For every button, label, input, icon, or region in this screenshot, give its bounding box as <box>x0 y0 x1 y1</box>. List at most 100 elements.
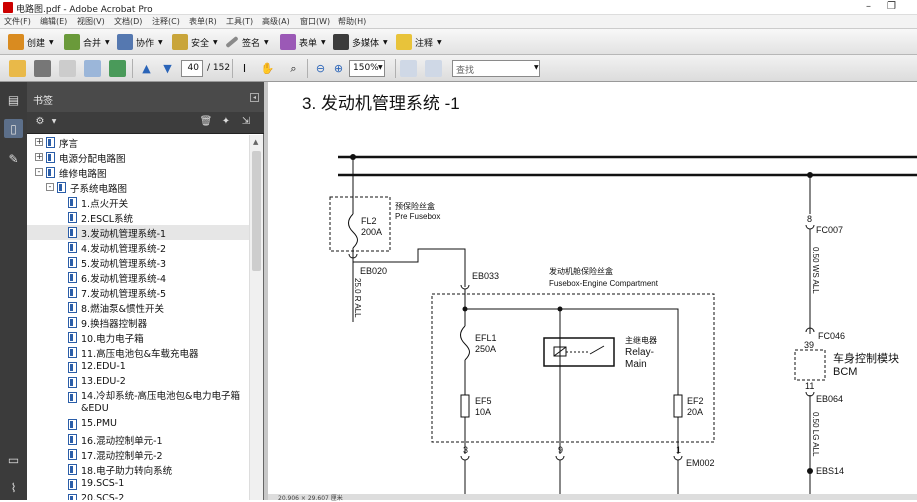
menu-comment[interactable]: 注释(C) <box>152 16 180 27</box>
menu-help[interactable]: 帮助(H) <box>338 16 366 27</box>
bookmark-item[interactable]: 14.冷却系统-高压电池包&电力电子箱&EDU <box>27 390 249 417</box>
pages-icon[interactable]: ▤ <box>4 90 23 109</box>
ef5-label: EF5 <box>475 396 492 406</box>
pre-fusebox-en: Pre Fusebox <box>395 212 440 221</box>
full-screen-icon[interactable] <box>425 60 442 77</box>
options-icon[interactable]: ⚙ <box>33 116 47 130</box>
bookmark-item[interactable]: 7.发动机管理系统-5 <box>27 285 249 300</box>
bookmark-item[interactable]: + 电源分配电路图 <box>27 150 249 165</box>
comment-button[interactable]: 注释 ▼ <box>396 32 442 52</box>
bookmark-item[interactable]: 9.换挡器控制器 <box>27 315 249 330</box>
bookmark-item[interactable]: 10.电力电子箱 <box>27 330 249 345</box>
print-icon[interactable] <box>34 60 51 77</box>
navigation-toolbar: ▲ ▼ 40 / 152 I ✋ ⌕ ⊖ ⊕ 150% ▼ 查找 ▼ <box>0 55 917 82</box>
bookmark-item[interactable]: 12.EDU-1 <box>27 360 249 375</box>
pin-8: 8 <box>807 214 812 224</box>
collapse-icon[interactable]: - <box>35 168 43 176</box>
wire-25-label: 25.0 R ALL <box>353 278 362 318</box>
menu-window[interactable]: 窗口(W) <box>300 16 330 27</box>
menu-view[interactable]: 视图(V) <box>77 16 105 27</box>
bookmark-item[interactable]: 17.混动控制单元-2 <box>27 447 249 462</box>
bookmark-label: 维修电路图 <box>59 169 107 180</box>
circuit-diagram: 3. 发动机管理系统 -1 FL2 200A 预保险丝盒 Pre Fusebox… <box>302 94 917 494</box>
bookmark-item[interactable]: 3.发动机管理系统-1 <box>27 225 249 240</box>
bookmark-item[interactable]: 1.点火开关 <box>27 195 249 210</box>
comments-icon[interactable]: ▭ <box>4 450 23 469</box>
bookmark-item[interactable]: + 序言 <box>27 135 249 150</box>
options-dropdown-icon[interactable]: ▼ <box>47 118 61 132</box>
sign-button[interactable]: 签名 ▼ <box>225 32 269 52</box>
previous-page-icon[interactable]: ▲ <box>138 60 155 77</box>
multimedia-icon <box>333 34 349 50</box>
select-text-icon[interactable]: I <box>236 60 253 77</box>
expand-bookmark-icon[interactable]: ⇲ <box>239 116 253 130</box>
bookmark-item[interactable]: 19.SCS-1 <box>27 477 249 492</box>
scrollbar-thumb[interactable] <box>252 151 261 271</box>
bookmark-item[interactable]: 4.发动机管理系统-2 <box>27 240 249 255</box>
bookmarks-icon[interactable]: ▯ <box>4 119 23 138</box>
close-panel-icon[interactable]: ◂ <box>250 93 259 102</box>
delete-icon[interactable]: 🗑 <box>199 116 213 130</box>
bookmark-label: 3.发动机管理系统-1 <box>81 229 167 240</box>
bookmark-item[interactable]: - 维修电路图 <box>27 165 249 180</box>
expand-icon[interactable]: + <box>35 138 43 146</box>
zoom-out-icon[interactable]: ⊖ <box>312 60 329 77</box>
search-input[interactable]: 查找 <box>452 60 540 77</box>
collapse-icon[interactable]: - <box>46 183 54 191</box>
signatures-icon[interactable]: ✎ <box>4 149 23 168</box>
bookmark-item[interactable]: 18.电子助力转向系统 <box>27 462 249 477</box>
page-number-input[interactable]: 40 <box>181 60 203 77</box>
marquee-zoom-icon[interactable]: ⌕ <box>285 60 302 77</box>
web-capture-icon[interactable] <box>109 60 126 77</box>
secure-button[interactable]: 安全 ▼ <box>172 32 218 52</box>
next-page-icon[interactable]: ▼ <box>159 60 176 77</box>
bookmarks-scrollbar[interactable]: ▲ <box>249 135 263 500</box>
menu-edit[interactable]: 编辑(E) <box>40 16 67 27</box>
bookmark-icon <box>68 242 77 253</box>
multimedia-button[interactable]: 多媒体 ▼ <box>333 32 388 52</box>
bookmark-icon <box>68 212 77 223</box>
lock-icon <box>172 34 188 50</box>
zoom-dropdown-icon[interactable]: ▼ <box>378 64 383 71</box>
bookmark-item[interactable]: 8.燃油泵&惯性开关 <box>27 300 249 315</box>
new-bookmark-icon[interactable]: ✦ <box>219 116 233 130</box>
menu-file[interactable]: 文件(F) <box>4 16 31 27</box>
bookmark-item[interactable]: 16.混动控制单元-1 <box>27 432 249 447</box>
bookmark-item[interactable]: 20.SCS-2 <box>27 492 249 500</box>
forms-button[interactable]: 表单 ▼ <box>280 32 326 52</box>
combine-button[interactable]: 合并 ▼ <box>64 32 110 52</box>
menu-advanced[interactable]: 高级(A) <box>262 16 290 27</box>
attachments-icon[interactable]: ⌇ <box>4 478 23 497</box>
menu-tools[interactable]: 工具(T) <box>226 16 253 27</box>
scroll-up-icon[interactable]: ▲ <box>253 138 258 146</box>
email-icon[interactable] <box>84 60 101 77</box>
bookmark-label: 18.电子助力转向系统 <box>81 466 173 477</box>
open-folder-icon[interactable] <box>9 60 26 77</box>
pin-9: 9 <box>558 445 563 455</box>
collaborate-button[interactable]: 协作 ▼ <box>117 32 163 52</box>
bookmark-item[interactable]: 2.ESCL系统 <box>27 210 249 225</box>
bookmark-item[interactable]: 15.PMU <box>27 417 249 432</box>
bookmark-icon <box>68 317 77 328</box>
bookmark-item[interactable]: 6.发动机管理系统-4 <box>27 270 249 285</box>
wire-050lg-label: 0.50 LG ALL <box>811 412 820 457</box>
zoom-in-icon[interactable]: ⊕ <box>330 60 347 77</box>
menu-document[interactable]: 文档(D) <box>114 16 142 27</box>
bookmark-icon <box>68 227 77 238</box>
restore-button[interactable]: ❐ <box>887 1 896 12</box>
menu-forms[interactable]: 表单(R) <box>189 16 217 27</box>
search-dropdown-icon[interactable]: ▼ <box>534 64 539 71</box>
bookmark-item[interactable]: 11.高压电池包&车载充电器 <box>27 345 249 360</box>
minimize-button[interactable]: – <box>866 1 871 12</box>
bookmark-item[interactable]: - 子系统电路图 <box>27 180 249 195</box>
hand-tool-icon[interactable]: ✋ <box>259 60 276 77</box>
create-button[interactable]: 创建 ▼ <box>8 32 54 52</box>
bookmark-item[interactable]: 5.发动机管理系统-3 <box>27 255 249 270</box>
document-view[interactable]: 3. 发动机管理系统 -1 FL2 200A 预保险丝盒 Pre Fusebox… <box>268 82 917 494</box>
bookmark-item[interactable]: 13.EDU-2 <box>27 375 249 390</box>
relay-en2: Main <box>625 359 647 370</box>
save-icon[interactable] <box>59 60 76 77</box>
bookmark-icon <box>68 434 77 445</box>
expand-icon[interactable]: + <box>35 153 43 161</box>
fit-page-icon[interactable] <box>400 60 417 77</box>
